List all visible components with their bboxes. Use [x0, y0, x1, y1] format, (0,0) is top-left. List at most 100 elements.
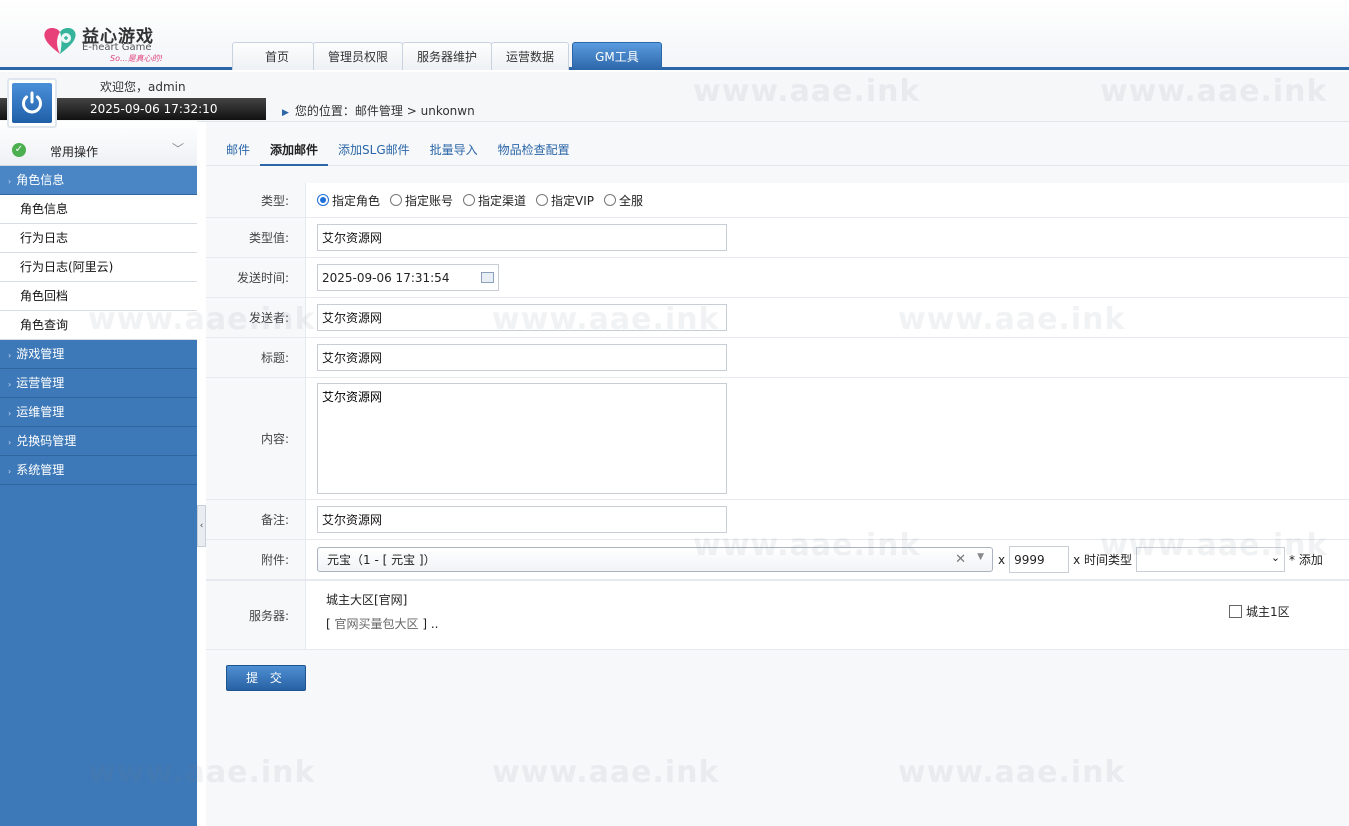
sidebar-collapse-handle[interactable]: ‹ — [197, 505, 206, 547]
sidebar-item-behavior-log[interactable]: 行为日志 — [0, 224, 197, 253]
type-label: 类型: — [206, 183, 306, 217]
remark-input[interactable] — [317, 506, 727, 533]
bracket-open: [ — [326, 617, 331, 631]
form-row-type: 类型: 指定角色 指定账号 指定渠道 指定VIP 全服 — [206, 183, 1349, 218]
sidebar-group-maintenance-management[interactable]: › 运维管理 — [0, 398, 197, 427]
type-radio-group: 指定角色 指定账号 指定渠道 指定VIP 全服 — [306, 183, 1349, 217]
brand-logo[interactable]: 益心游戏 E-heart Game So...是真心的! — [40, 20, 180, 64]
attachment-label: 附件: — [206, 540, 306, 579]
tab-mail[interactable]: 邮件 — [216, 122, 260, 166]
radio-dot[interactable] — [317, 194, 329, 206]
radio-account[interactable]: 指定账号 — [390, 192, 453, 209]
form-row-type-value: 类型值: — [206, 218, 1349, 258]
server-subzone-link[interactable]: 官网买量包大区 — [335, 617, 419, 631]
tab-batch-import[interactable]: 批量导入 — [420, 122, 488, 166]
sidebar-item-behavior-log-aliyun[interactable]: 行为日志(阿里云) — [0, 253, 197, 282]
avatar[interactable] — [7, 78, 57, 128]
sidebar: ✓ 常用操作 ﹀ › 角色信息 角色信息 行为日志 行为日志(阿里云) 角色回档 … — [0, 121, 197, 826]
welcome-text: 欢迎您，admin — [100, 80, 186, 94]
sidebar-header-title: 常用操作 — [50, 145, 99, 159]
sender-input[interactable] — [317, 304, 727, 331]
main-content: 邮件 添加邮件 添加SLG邮件 批量导入 物品检查配置 类型: 指定角色 指定账… — [206, 122, 1349, 826]
main-nav: 首页 管理员权限 服务器维护 运营数据 GM工具 — [232, 42, 662, 70]
sidebar-item-role-info[interactable]: 角色信息 — [0, 195, 197, 224]
nav-tab-gm-tools[interactable]: GM工具 — [572, 42, 662, 70]
caret-right-icon: › — [8, 409, 12, 418]
attachment-item-value: 元宝（1 - [ 元宝 ]） — [327, 553, 436, 567]
tab-add-mail[interactable]: 添加邮件 — [260, 122, 329, 166]
breadcrumb-text: 您的位置：邮件管理 > unkonwn — [294, 104, 475, 118]
dropdown-arrow-icon: ▼ — [977, 552, 984, 562]
caret-right-icon: › — [8, 380, 12, 389]
check-circle-icon: ✓ — [12, 143, 26, 157]
radio-dot[interactable] — [463, 194, 476, 206]
sidebar-group-label: 运维管理 — [16, 405, 65, 419]
radio-vip[interactable]: 指定VIP — [536, 192, 594, 209]
title-label: 标题: — [206, 338, 306, 377]
content-label: 内容: — [206, 378, 306, 499]
calendar-icon[interactable] — [481, 272, 494, 283]
server-label: 服务器: — [206, 581, 306, 649]
nav-tab-server-maintenance[interactable]: 服务器维护 — [402, 42, 493, 70]
send-time-input[interactable]: 2025-09-06 17:31:54 — [317, 264, 499, 291]
heart-logo-icon — [44, 28, 76, 54]
tab-item-check-config[interactable]: 物品检查配置 — [488, 122, 580, 166]
radio-all-servers[interactable]: 全服 — [604, 192, 643, 209]
attachment-quantity-input[interactable]: 9999 — [1009, 546, 1070, 573]
caret-right-icon: › — [8, 467, 12, 476]
radio-dot[interactable] — [604, 194, 617, 206]
attachment-item-select[interactable]: 元宝（1 - [ 元宝 ]） ✕ ▼ — [317, 547, 993, 572]
server-checkbox-label: 城主1区 — [1246, 605, 1290, 619]
brand-name-en: E-heart Game — [82, 42, 152, 53]
radio-label: 指定账号 — [405, 193, 454, 208]
tab-add-slg-mail[interactable]: 添加SLG邮件 — [328, 122, 420, 166]
sidebar-group-label: 系统管理 — [16, 463, 65, 477]
multiply-sign: x — [998, 552, 1006, 567]
content-textarea[interactable]: 艾尔资源网 — [317, 383, 727, 494]
sub-tabs: 邮件 添加邮件 添加SLG邮件 批量导入 物品检查配置 — [206, 122, 1349, 166]
checkbox[interactable] — [1229, 605, 1242, 618]
form-row-attachment: 附件: 元宝（1 - [ 元宝 ]） ✕ ▼ x 9999 x 时间类型 ⌄ *… — [206, 540, 1349, 580]
clear-icon[interactable]: ✕ — [955, 552, 966, 567]
form-row-remark: 备注: — [206, 500, 1349, 540]
nav-tab-home[interactable]: 首页 — [232, 42, 315, 70]
radio-dot[interactable] — [390, 194, 403, 206]
caret-right-icon: › — [8, 351, 12, 360]
bracket-close: ] .. — [422, 617, 439, 631]
sidebar-group-system-management[interactable]: › 系统管理 — [0, 456, 197, 485]
form-row-sender: 发送者: — [206, 298, 1349, 338]
type-value-input[interactable] — [317, 224, 727, 251]
brand-slogan: So...是真心的! — [110, 54, 163, 63]
radio-role[interactable]: 指定角色 — [317, 192, 380, 209]
form-row-title: 标题: — [206, 338, 1349, 378]
sidebar-group-redeem-code-management[interactable]: › 兑换码管理 — [0, 427, 197, 456]
nav-tab-admin-permissions[interactable]: 管理员权限 — [313, 42, 404, 70]
nav-tab-operations-data[interactable]: 运营数据 — [491, 42, 570, 70]
radio-label: 指定VIP — [551, 193, 595, 208]
caret-right-icon: › — [8, 438, 12, 447]
add-mail-form: 类型: 指定角色 指定账号 指定渠道 指定VIP 全服 类型值: 发送时间: 2… — [206, 183, 1349, 650]
form-row-content: 内容: 艾尔资源网 — [206, 378, 1349, 500]
sidebar-group-operations-management[interactable]: › 运营管理 — [0, 369, 197, 398]
sidebar-group-role-info[interactable]: › 角色信息 — [0, 166, 197, 195]
send-time-value: 2025-09-06 17:31:54 — [322, 270, 450, 285]
chevron-down-icon: ﹀ — [172, 142, 185, 156]
server-checkbox-city1[interactable]: 城主1区 — [1229, 603, 1290, 620]
form-row-send-time: 发送时间: 2025-09-06 17:31:54 — [206, 258, 1349, 298]
submit-button[interactable]: 提 交 — [226, 665, 306, 691]
radio-channel[interactable]: 指定渠道 — [463, 192, 526, 209]
sidebar-group-label: 运营管理 — [16, 376, 65, 390]
send-time-label: 发送时间: — [206, 258, 306, 297]
radio-dot[interactable] — [536, 194, 549, 206]
sidebar-group-label: 角色信息 — [16, 173, 65, 187]
sidebar-item-role-query[interactable]: 角色查询 — [0, 311, 197, 340]
sidebar-group-label: 游戏管理 — [16, 347, 65, 361]
sidebar-item-role-rollback[interactable]: 角色回档 — [0, 282, 197, 311]
radio-label: 全服 — [619, 193, 644, 208]
add-attachment-link[interactable]: * 添加 — [1289, 551, 1323, 568]
time-type-select[interactable]: ⌄ — [1136, 547, 1286, 572]
sidebar-group-game-management[interactable]: › 游戏管理 — [0, 340, 197, 369]
title-input[interactable] — [317, 344, 727, 371]
breadcrumb: ▶ 您的位置：邮件管理 > unkonwn — [282, 102, 475, 119]
radio-label: 指定角色 — [332, 193, 381, 208]
